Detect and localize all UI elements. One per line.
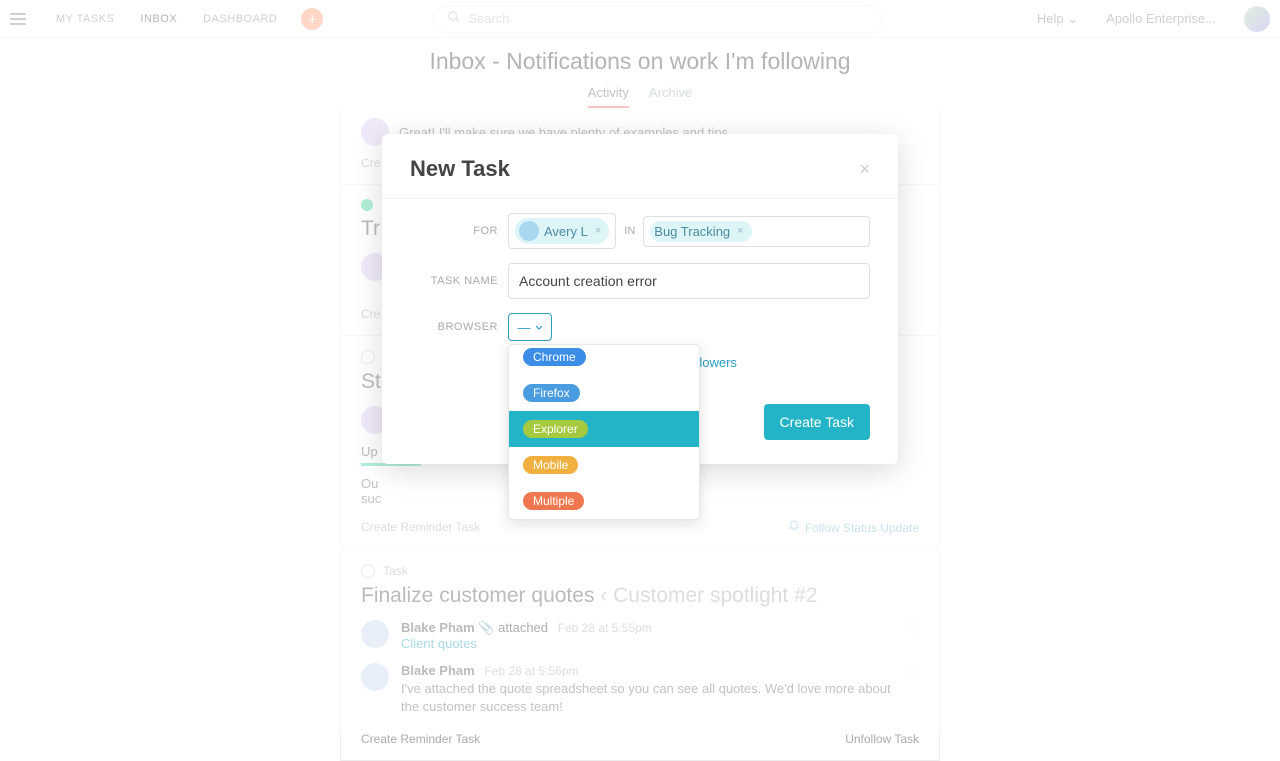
- label-in: IN: [616, 225, 643, 237]
- assignee-field[interactable]: Avery L ×: [508, 213, 616, 249]
- task-name-input[interactable]: [508, 263, 870, 299]
- browser-dropdown: Chrome Firefox Explorer Mobile Multiple: [508, 344, 700, 520]
- browser-select[interactable]: —: [508, 313, 552, 341]
- remove-assignee-icon[interactable]: ×: [595, 225, 601, 237]
- avatar: [519, 221, 539, 241]
- label-browser: BROWSER: [382, 321, 508, 333]
- label-for: FOR: [382, 225, 508, 237]
- dropdown-option-mobile[interactable]: Mobile: [509, 447, 699, 483]
- modal-title: New Task: [410, 156, 510, 182]
- dropdown-option-explorer[interactable]: Explorer: [509, 411, 699, 447]
- unfollow-task-link[interactable]: Unfollow Task: [845, 732, 919, 746]
- dropdown-option-multiple[interactable]: Multiple: [509, 483, 699, 519]
- new-task-modal: New Task × FOR Avery L × IN Bug Tracking: [382, 134, 898, 464]
- dropdown-option-firefox[interactable]: Firefox: [509, 375, 699, 411]
- project-field[interactable]: Bug Tracking ×: [643, 216, 870, 247]
- remove-project-icon[interactable]: ×: [737, 225, 743, 237]
- modal-overlay: New Task × FOR Avery L × IN Bug Tracking: [0, 0, 1280, 734]
- create-task-button[interactable]: Create Task: [764, 404, 870, 440]
- close-icon[interactable]: ×: [859, 159, 870, 180]
- project-pill: Bug Tracking ×: [650, 221, 751, 242]
- browser-value: —: [518, 320, 531, 335]
- chevron-down-icon: [535, 320, 543, 335]
- assignee-pill: Avery L ×: [515, 218, 609, 244]
- create-reminder-link[interactable]: Create Reminder Task: [361, 732, 480, 746]
- label-task-name: TASK NAME: [382, 275, 508, 287]
- dropdown-option-chrome[interactable]: Chrome: [509, 344, 699, 375]
